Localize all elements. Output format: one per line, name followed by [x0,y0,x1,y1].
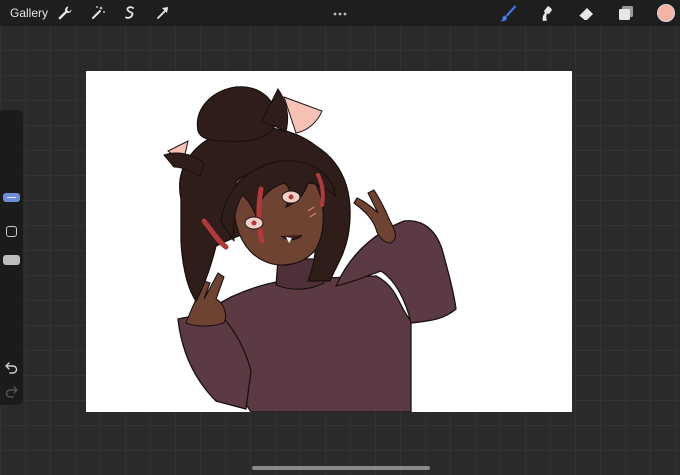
brush-icon[interactable] [498,3,518,23]
eraser-icon[interactable] [576,3,596,23]
smudge-icon[interactable] [537,3,557,23]
cat-ear-right [283,96,323,134]
transform-arrow-icon[interactable] [153,3,173,23]
wrench-icon[interactable] [55,3,75,23]
redo-icon[interactable] [4,384,19,399]
gallery-button[interactable]: Gallery [10,6,48,20]
top-toolbar: Gallery [0,0,680,26]
brush-size-slider[interactable] [3,193,20,202]
opacity-slider[interactable] [3,255,20,265]
right-hand [353,189,396,244]
artwork-illustration [163,86,457,412]
modify-button[interactable] [6,226,17,237]
magic-wand-icon[interactable] [88,3,108,23]
undo-icon[interactable] [4,360,19,375]
pupil-left [251,220,257,226]
color-picker-swatch[interactable] [657,4,675,22]
pupil-right [288,194,294,200]
hair-bun [196,86,277,143]
more-options-icon[interactable] [330,4,350,16]
home-indicator [252,466,430,470]
layers-icon[interactable] [616,3,636,23]
selection-icon[interactable] [120,3,140,23]
drawing-canvas[interactable] [86,71,572,412]
left-sidebar [0,110,23,405]
